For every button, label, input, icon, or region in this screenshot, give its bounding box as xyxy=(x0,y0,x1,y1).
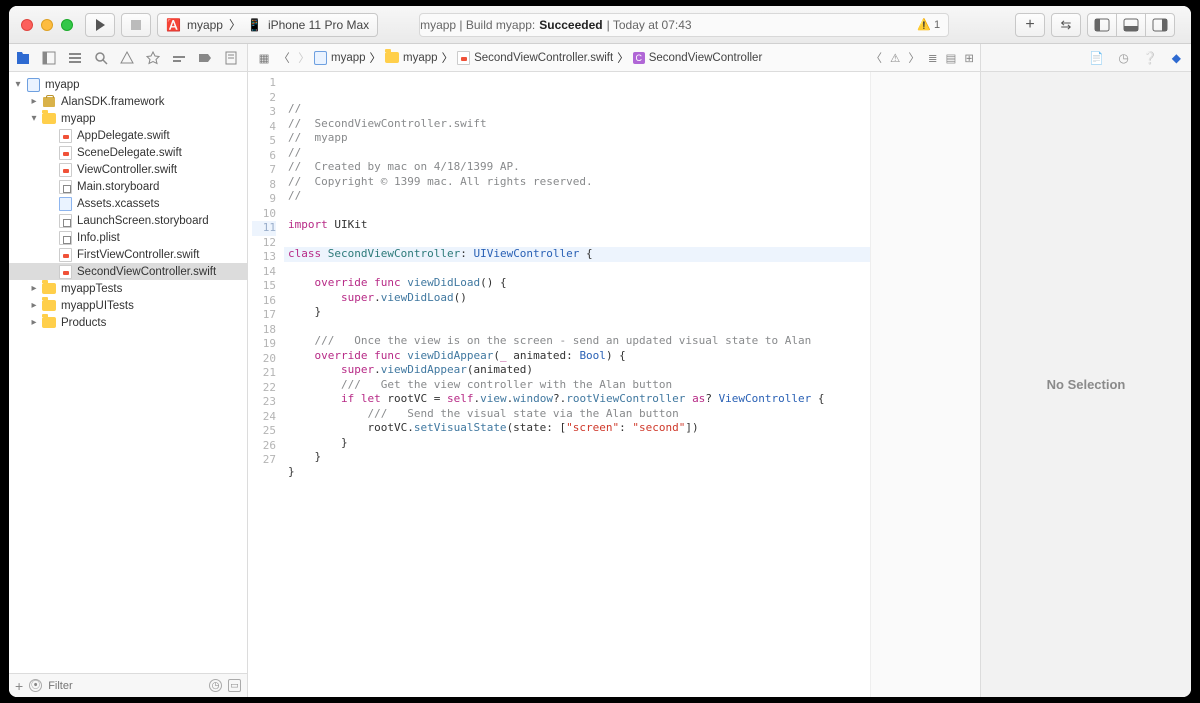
tree-item[interactable]: Products xyxy=(9,314,247,331)
quick-help-icon[interactable]: ❔ xyxy=(1143,51,1158,65)
forward-button[interactable]: 〉 xyxy=(294,49,314,67)
status-suffix: | Today at 07:43 xyxy=(607,18,692,32)
symbol-navigator-icon[interactable] xyxy=(67,50,83,66)
editor-panel: ▦ 〈 〉 myapp〉 myapp〉 SecondViewController… xyxy=(248,44,980,697)
library-add-button[interactable] xyxy=(1015,13,1045,37)
play-icon xyxy=(96,19,105,31)
tree-item[interactable]: myappUITests xyxy=(9,297,247,314)
panel-bottom-icon xyxy=(1123,17,1139,33)
status-prefix: myapp | Build myapp: xyxy=(420,18,535,32)
source-editor[interactable]: //// SecondViewController.swift// myapp/… xyxy=(284,72,980,697)
navigator-panel: myappAlanSDK.frameworkmyappAppDelegate.s… xyxy=(9,44,248,697)
tree-item[interactable]: Main.storyboard xyxy=(9,178,247,195)
navigator-footer: + ⦿ ◷ ▭ xyxy=(9,673,247,697)
tree-item[interactable]: ViewController.swift xyxy=(9,161,247,178)
jump-next-icon[interactable]: 〉 xyxy=(908,50,920,66)
tree-item[interactable]: Info.plist xyxy=(9,229,247,246)
back-button[interactable]: 〈 xyxy=(274,49,294,67)
stop-button[interactable] xyxy=(121,13,151,37)
plus-icon xyxy=(1025,16,1034,34)
history-inspector-icon[interactable]: ◷ xyxy=(1118,51,1128,65)
breadcrumb-item[interactable]: myapp xyxy=(314,51,366,65)
inspector-panel: 📄 ◷ ❔ ◆ No Selection xyxy=(980,44,1191,697)
toggle-inspector-button[interactable] xyxy=(1145,13,1175,37)
add-icon[interactable]: + xyxy=(15,678,23,694)
run-button[interactable] xyxy=(85,13,115,37)
inspector-empty-label: No Selection xyxy=(981,72,1191,697)
titlebar: 🅰️ myapp 〉 📱 iPhone 11 Pro Max myapp | B… xyxy=(9,6,1191,44)
chevron-right-icon: 〉 xyxy=(229,16,241,33)
tree-item[interactable]: LaunchScreen.storyboard xyxy=(9,212,247,229)
jump-bar: ▦ 〈 〉 myapp〉 myapp〉 SecondViewController… xyxy=(248,44,980,72)
issue-navigator-icon[interactable] xyxy=(119,50,135,66)
project-tree[interactable]: myappAlanSDK.frameworkmyappAppDelegate.s… xyxy=(9,72,247,673)
panel-right-icon xyxy=(1152,17,1168,33)
file-inspector-icon[interactable]: 📄 xyxy=(1089,51,1104,65)
scm-filter-icon[interactable]: ▭ xyxy=(228,679,241,692)
tree-item[interactable]: Assets.xcassets xyxy=(9,195,247,212)
related-items-icon[interactable]: ▦ xyxy=(254,49,274,67)
recent-filter-icon[interactable]: ◷ xyxy=(209,679,222,692)
find-navigator-icon[interactable] xyxy=(93,50,109,66)
scheme-device: iPhone 11 Pro Max xyxy=(268,18,369,32)
scheme-selector[interactable]: 🅰️ myapp 〉 📱 iPhone 11 Pro Max xyxy=(157,13,378,37)
adjust-editor-icon[interactable]: ▤ xyxy=(945,51,956,65)
jump-prev-icon[interactable]: 〈 xyxy=(871,50,883,66)
tree-project-root[interactable]: myapp xyxy=(9,76,247,93)
breakpoint-navigator-icon[interactable] xyxy=(197,50,213,66)
minimap[interactable] xyxy=(870,72,980,697)
debug-navigator-icon[interactable] xyxy=(171,50,187,66)
tree-item[interactable]: myapp xyxy=(9,110,247,127)
panel-left-icon xyxy=(1094,17,1110,33)
navigator-selector-bar xyxy=(9,44,247,72)
source-control-navigator-icon[interactable] xyxy=(41,50,57,66)
breadcrumb-item[interactable]: C SecondViewController xyxy=(633,52,763,64)
tree-item[interactable]: myappTests xyxy=(9,280,247,297)
warning-count: 1 xyxy=(934,19,940,31)
tree-item[interactable]: SceneDelegate.swift xyxy=(9,144,247,161)
window-close-button[interactable] xyxy=(21,19,33,31)
activity-status: myapp | Build myapp: Succeeded | Today a… xyxy=(419,13,949,37)
toggle-debug-button[interactable] xyxy=(1116,13,1146,37)
test-navigator-icon[interactable] xyxy=(145,50,161,66)
stop-icon xyxy=(131,20,141,30)
code-review-button[interactable] xyxy=(1051,13,1081,37)
compare-icon xyxy=(1061,17,1072,33)
report-navigator-icon[interactable] xyxy=(223,50,239,66)
app-icon: 🅰️ xyxy=(166,18,181,32)
warning-badge[interactable]: ⚠️ 1 xyxy=(917,18,940,31)
window-zoom-button[interactable] xyxy=(61,19,73,31)
warning-icon: ⚠️ xyxy=(917,18,931,31)
tree-item[interactable]: FirstViewController.swift xyxy=(9,246,247,263)
tree-item[interactable]: AlanSDK.framework xyxy=(9,93,247,110)
tree-item[interactable]: SecondViewController.swift xyxy=(9,263,247,280)
filter-scope-icon[interactable]: ⦿ xyxy=(29,679,42,692)
issue-icon[interactable]: ⚠︎ xyxy=(890,51,900,65)
toggle-navigator-button[interactable] xyxy=(1087,13,1117,37)
line-gutter[interactable]: 1234567891011121314151617181920212223242… xyxy=(248,72,284,697)
status-result: Succeeded xyxy=(539,18,602,32)
editor-options-icon[interactable]: ≣ xyxy=(928,51,938,65)
window-minimize-button[interactable] xyxy=(41,19,53,31)
breadcrumb-item[interactable]: SecondViewController.swift xyxy=(457,51,613,65)
project-navigator-icon[interactable] xyxy=(15,50,31,66)
breadcrumb-item[interactable]: myapp xyxy=(385,52,438,64)
device-icon: 📱 xyxy=(247,18,262,32)
identity-inspector-icon[interactable]: ◆ xyxy=(1172,51,1181,65)
scheme-target: myapp xyxy=(187,18,223,32)
filter-input[interactable] xyxy=(48,680,203,692)
tree-item[interactable]: AppDelegate.swift xyxy=(9,127,247,144)
add-editor-icon[interactable]: ⊞ xyxy=(964,51,974,65)
